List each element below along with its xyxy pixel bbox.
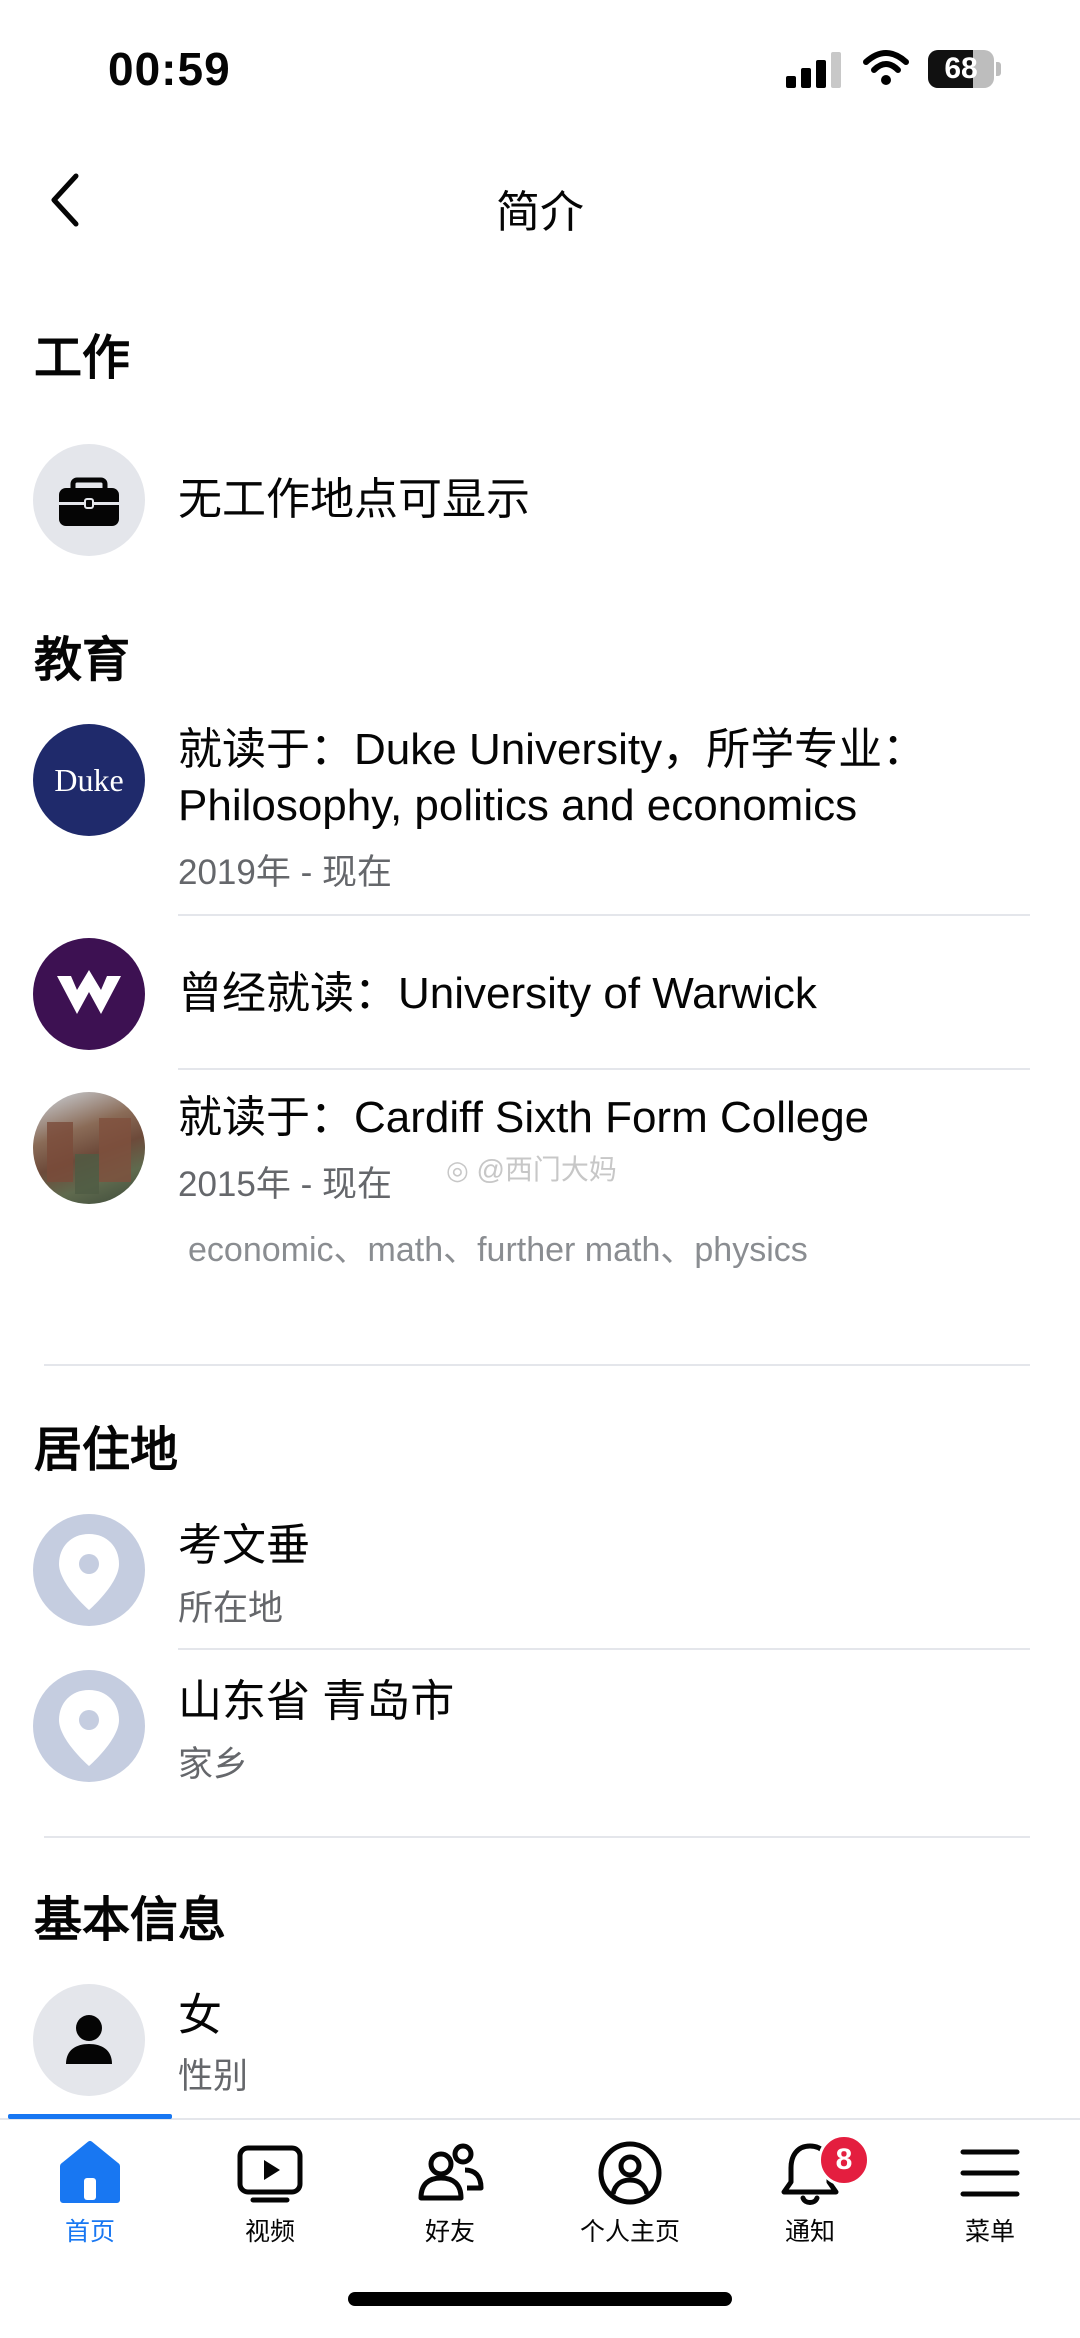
weibo-icon: ◎: [446, 1155, 469, 1185]
location-pin-icon: [33, 1670, 145, 1782]
page-title: 简介: [496, 188, 584, 237]
section-heading-basic-info: 基本信息: [34, 1894, 227, 1947]
watermark: ◎ @西门大妈: [446, 1154, 617, 1185]
location-pin-icon: [33, 1514, 145, 1626]
nav-home[interactable]: 首页: [0, 2138, 180, 2248]
divider: [178, 1648, 1030, 1650]
section-heading-work: 工作: [34, 332, 131, 385]
nav-menu[interactable]: 菜单: [900, 2138, 1080, 2248]
education-item-cardiff: 就读于：Cardiff Sixth Form College: [178, 1093, 870, 1142]
notification-badge: 8: [818, 2134, 870, 2186]
nav-profile[interactable]: 个人主页: [540, 2138, 720, 2248]
gender-value: 女: [178, 1991, 222, 2040]
residence-hometown-label: 家乡: [178, 1745, 249, 1784]
divider: [178, 914, 1030, 916]
education-item-cardiff-subjects: economic、math、further math、physics: [188, 1231, 808, 1269]
profile-icon: [598, 2141, 662, 2205]
section-divider: [44, 1364, 1030, 1366]
nav-friends[interactable]: 好友: [360, 2138, 540, 2248]
section-divider: [44, 1836, 1030, 1838]
divider: [178, 1068, 1030, 1070]
person-icon: [33, 1984, 145, 2096]
education-item-duke-years: 2019年 - 现在: [178, 853, 392, 892]
home-indicator: [348, 2292, 732, 2306]
video-icon: [237, 2145, 303, 2203]
friends-icon: [418, 2143, 484, 2201]
nav-video[interactable]: 视频: [180, 2138, 360, 2248]
home-icon: [60, 2141, 120, 2203]
nav-active-indicator: [8, 2114, 172, 2119]
education-item-duke-line2: Philosophy, politics and economics: [178, 781, 858, 830]
nav-notifications[interactable]: 8 通知: [720, 2134, 900, 2248]
residence-hometown: 山东省 青岛市: [178, 1677, 455, 1726]
cellular-signal-icon: [786, 52, 842, 88]
wifi-icon: [863, 50, 909, 85]
duke-logo[interactable]: Duke: [33, 724, 145, 836]
residence-current-label: 所在地: [178, 1589, 284, 1628]
section-heading-education: 教育: [34, 634, 131, 687]
menu-icon: [960, 2149, 1020, 2197]
section-heading-residence: 居住地: [34, 1424, 179, 1477]
education-item-duke-line1: 就读于：Duke University，所学专业：: [178, 725, 927, 774]
briefcase-icon: [33, 444, 145, 556]
work-item-text: 无工作地点可显示: [178, 475, 530, 524]
education-item-cardiff-years: 2015年 - 现在: [178, 1165, 392, 1204]
battery-icon: 68: [928, 50, 1002, 90]
warwick-logo[interactable]: [33, 938, 145, 1050]
battery-level: 68: [944, 52, 978, 85]
status-time: 00:59: [108, 43, 231, 95]
residence-current-city: 考文垂: [178, 1521, 310, 1570]
gender-label: 性别: [178, 2057, 249, 2096]
college-photo[interactable]: [33, 1092, 145, 1204]
education-item-warwick: 曾经就读：University of Warwick: [178, 969, 817, 1018]
